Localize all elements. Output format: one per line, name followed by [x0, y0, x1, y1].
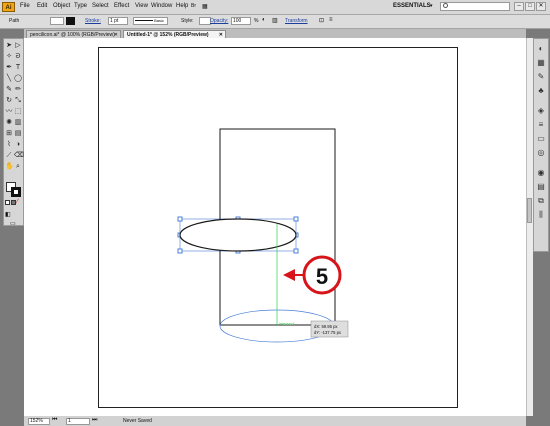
callout-number: 5	[316, 264, 328, 289]
handle-bottom-right[interactable]	[293, 248, 299, 254]
handle-top-right[interactable]	[293, 216, 299, 222]
smart-guide-label: intersect	[279, 321, 295, 326]
handle-bottom-left[interactable]	[177, 248, 183, 254]
callout-arrow-head	[283, 269, 295, 281]
handle-top-left[interactable]	[177, 216, 183, 222]
tooltip-dx: dX: 59.95 px	[314, 324, 338, 329]
artwork-layer: intersect dX: 59.95 px dY: -137.75 px 5	[177, 128, 349, 343]
tooltip-dy: dY: -137.75 px	[314, 330, 342, 335]
top-ellipse[interactable]	[179, 218, 297, 252]
